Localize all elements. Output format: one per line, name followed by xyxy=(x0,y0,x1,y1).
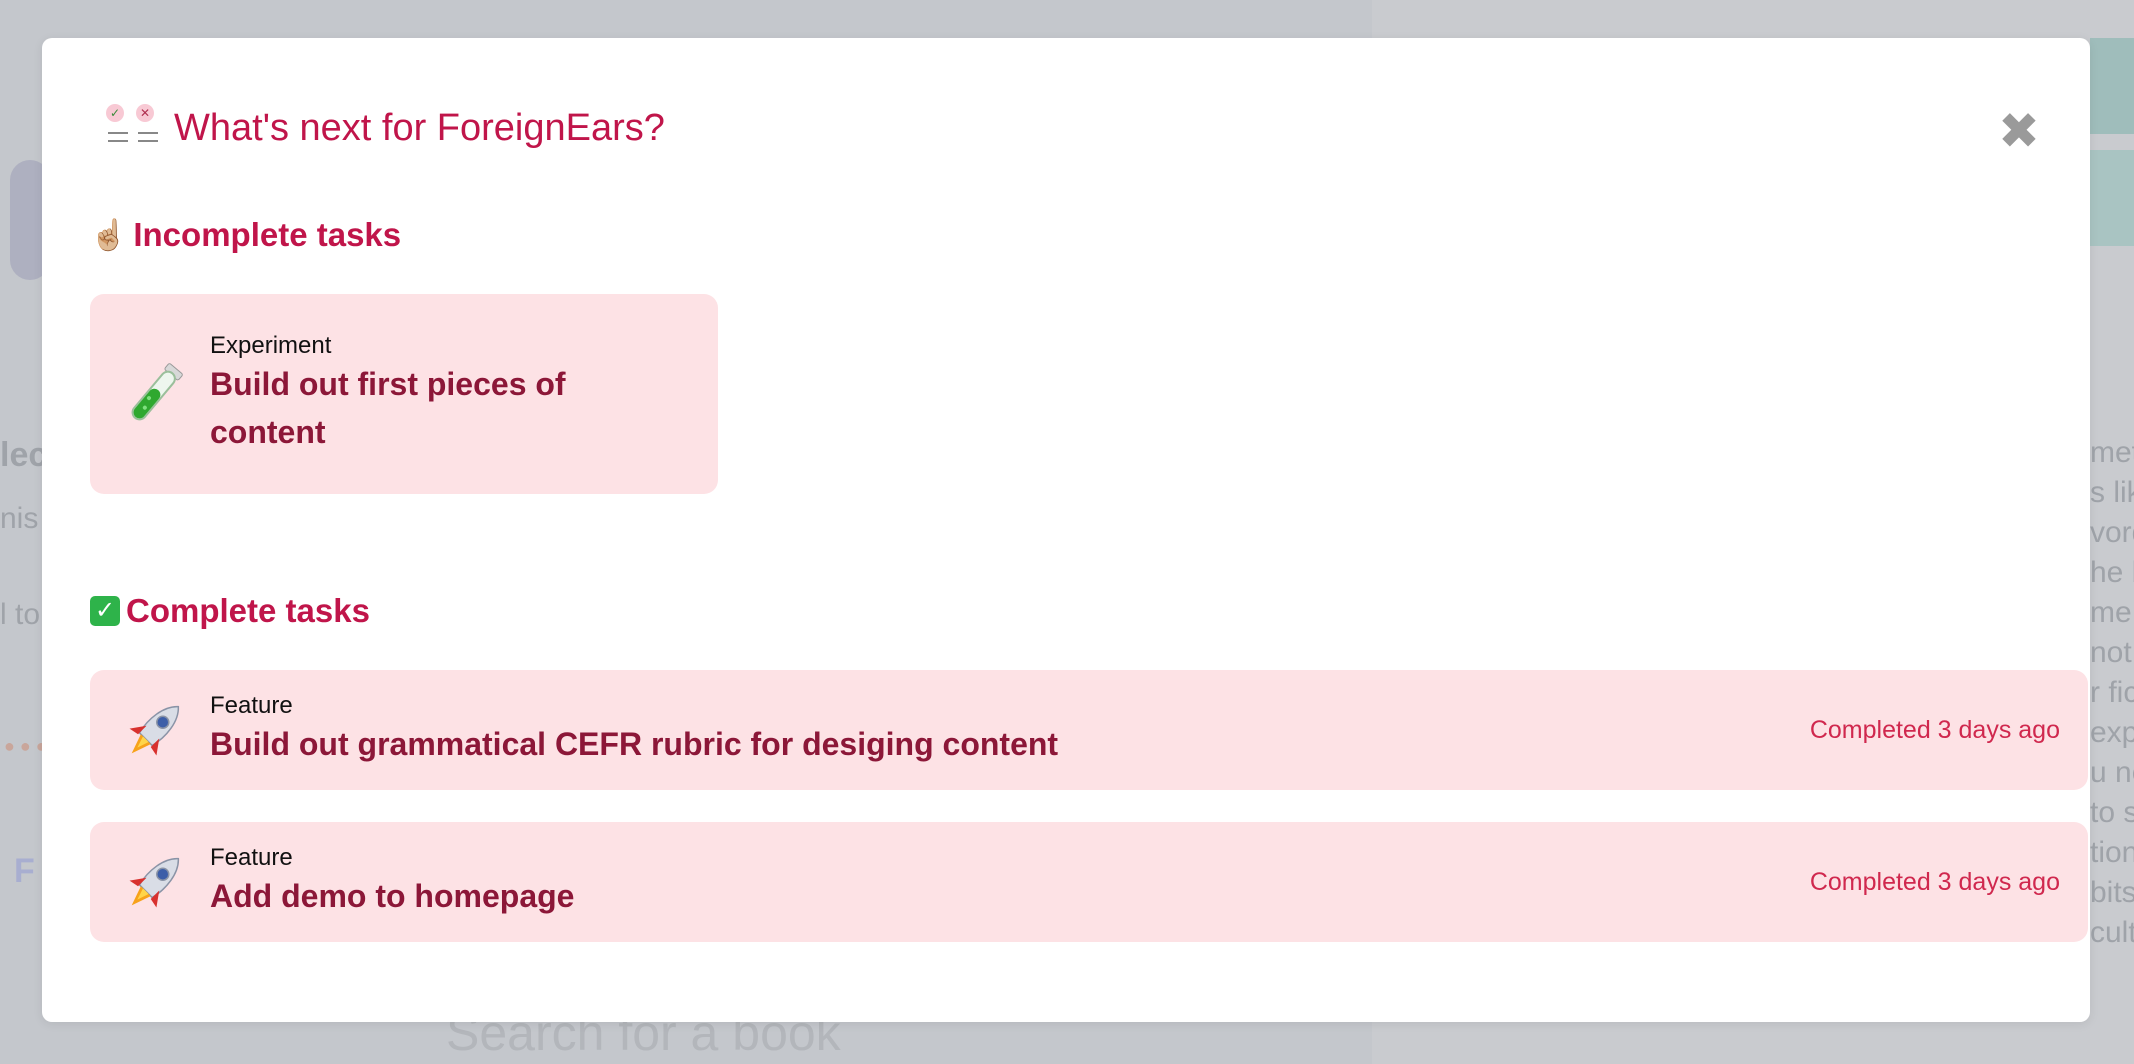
check-mark-icon: ✓ xyxy=(90,596,120,626)
task-card-text: Feature Build out grammatical CEFR rubri… xyxy=(210,692,1058,768)
section-title-label: Incomplete tasks xyxy=(133,216,402,253)
test-tube-icon xyxy=(118,357,192,431)
close-button[interactable]: ✖ xyxy=(1994,106,2044,156)
pointing-up-icon: ☝🏼 xyxy=(90,218,128,252)
background-text: vord xyxy=(2090,516,2134,549)
background-text: tion xyxy=(2090,836,2134,869)
task-completed-status: Completed 3 days ago xyxy=(1809,867,2060,896)
background-text: me t xyxy=(2090,596,2134,629)
task-card-feature[interactable]: Feature Build out grammatical CEFR rubri… xyxy=(90,670,2088,790)
background-text: r fic xyxy=(2090,676,2134,709)
background-teal-block xyxy=(2090,150,2134,246)
task-type: Feature xyxy=(210,844,293,871)
task-completed-status: Completed 3 days ago xyxy=(1809,715,2060,744)
rocket-icon xyxy=(118,845,192,919)
incomplete-tasks-heading: ☝🏼 Incomplete tasks xyxy=(90,216,401,254)
background-nav-fragment: F xyxy=(14,852,35,890)
background-text: met xyxy=(2090,436,2134,469)
task-name: Add demo to homepage xyxy=(210,878,575,914)
background-text: s lik xyxy=(2090,476,2134,509)
background-window-dots: ● ● ● xyxy=(4,736,47,756)
task-name: Build out first pieces of content xyxy=(210,366,566,450)
task-name: Build out grammatical CEFR rubric for de… xyxy=(210,726,1059,762)
background-text: exp xyxy=(2090,716,2134,749)
background-text: to s xyxy=(2090,796,2134,829)
background-text: culty xyxy=(2090,916,2134,949)
task-card-feature[interactable]: Feature Add demo to homepage Completed 3… xyxy=(90,822,2088,942)
background-text: he b xyxy=(2090,556,2134,589)
rocket-icon xyxy=(118,693,192,767)
task-type: Feature xyxy=(210,692,293,719)
background-text: u ne xyxy=(2090,756,2134,789)
modal-header: ✓ ✕ What's next for ForeignEars? xyxy=(98,98,665,158)
background-teal-block xyxy=(2090,38,2134,134)
background-text: not xyxy=(2090,636,2132,669)
background-text: l to xyxy=(0,598,41,631)
task-card-experiment[interactable]: Experiment Build out first pieces of con… xyxy=(90,294,718,494)
close-icon: ✖ xyxy=(1998,103,2040,159)
background-text: bits xyxy=(2090,876,2134,909)
section-title-label: Complete tasks xyxy=(126,592,370,629)
background-text: lec xyxy=(0,436,48,474)
whats-next-modal: ✓ ✕ What's next for ForeignEars? ✖ ☝🏼 In… xyxy=(42,38,2090,1022)
task-type: Experiment xyxy=(210,332,332,359)
background-text: nis xyxy=(0,502,39,535)
complete-tasks-heading: ✓ Complete tasks xyxy=(90,592,370,630)
task-card-text: Feature Add demo to homepage xyxy=(210,844,574,920)
task-card-text: Experiment Build out first pieces of con… xyxy=(210,332,630,456)
modal-title: What's next for ForeignEars? xyxy=(174,106,665,149)
checklist-icon: ✓ ✕ xyxy=(98,98,164,158)
